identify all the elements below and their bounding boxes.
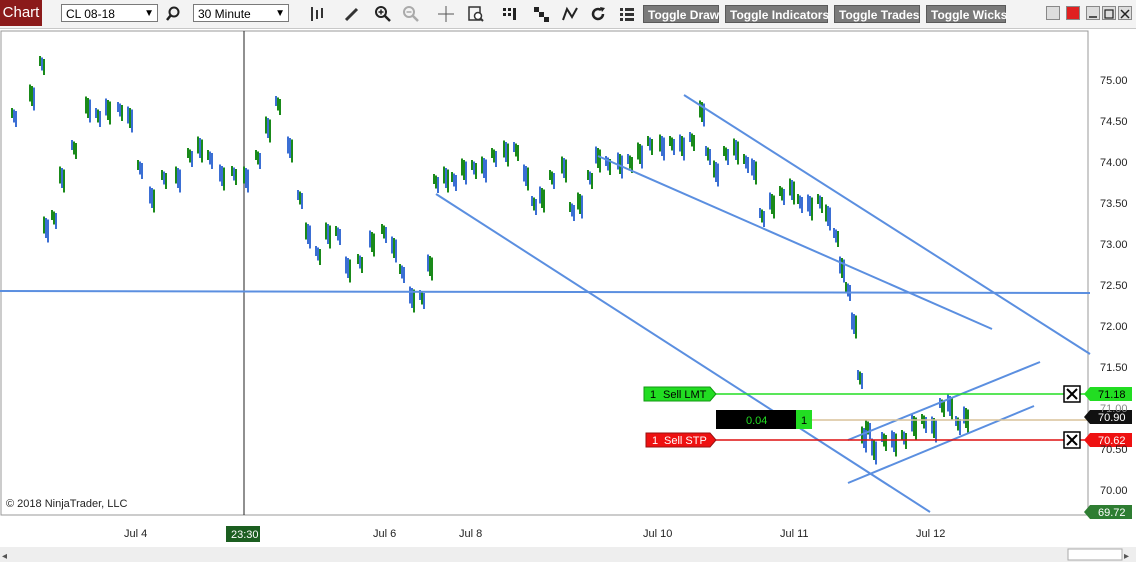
x-tick-label: Jul 12: [916, 528, 946, 540]
price-chart-panel[interactable]: 1 Sell LMT 1 Sell STP 0.04 1 71.18 70.90…: [0, 28, 1136, 562]
trendlines: [0, 94, 1091, 513]
chart-toolbar: Chart CL 08-18 ▼ 30 Minute ▼ Toggle Draw…: [0, 0, 1136, 29]
chevron-left-icon[interactable]: ◂: [2, 551, 7, 562]
close-icon[interactable]: [1063, 385, 1081, 403]
crosshair-icon[interactable]: [436, 4, 456, 24]
refresh-icon[interactable]: [588, 4, 608, 24]
x-tick-label: Jul 6: [373, 528, 397, 540]
horizontal-scrollbar[interactable]: [0, 547, 1136, 562]
properties-icon[interactable]: [500, 4, 520, 24]
sell-stop-qty: 1: [652, 435, 658, 447]
sell-limit-price-tag: 71.18: [1084, 387, 1132, 401]
price-chart-canvas[interactable]: 1 Sell LMT 1 Sell STP 0.04 1 71.18 70.90…: [0, 28, 1136, 562]
y-tick-label: 74.00: [1100, 157, 1128, 169]
chevron-down-icon: ▼: [144, 8, 154, 19]
chevron-right-icon[interactable]: ▸: [1124, 551, 1129, 562]
y-tick-label: 74.50: [1100, 116, 1128, 128]
toggle-trades-button[interactable]: Toggle Trades: [834, 5, 920, 23]
scrollbar-thumb[interactable]: [1067, 548, 1123, 561]
menu-icon[interactable]: [617, 4, 637, 24]
window-option-button[interactable]: [1046, 6, 1060, 20]
horizontal-support-line: [0, 290, 1091, 294]
maximize-button[interactable]: [1102, 6, 1116, 20]
y-tick-label: 71.00: [1100, 403, 1128, 415]
toggle-wicks-button[interactable]: Toggle Wicks: [926, 5, 1007, 23]
sell-limit-order-tag[interactable]: 1 Sell LMT: [643, 386, 717, 402]
x-tick-label: Jul 11: [780, 528, 809, 540]
y-tick-label: 70.50: [1100, 444, 1128, 456]
zoom-in-icon[interactable]: [373, 4, 393, 24]
chevron-down-icon: ▼: [275, 8, 285, 19]
interval-value: 30 Minute: [198, 7, 251, 21]
trendline-descending-3: [683, 94, 1091, 355]
minimize-button[interactable]: [1086, 6, 1100, 20]
data-box-icon[interactable]: [466, 4, 486, 24]
trendline-descending-1: [435, 193, 931, 513]
x-tick-label: Jul 8: [459, 528, 483, 540]
y-tick-label: 71.50: [1100, 362, 1128, 374]
strategy-icon[interactable]: [531, 4, 551, 24]
bar-type-icon[interactable]: [307, 4, 327, 24]
y-tick-label: 72.00: [1100, 321, 1128, 333]
price-bars: [11, 56, 969, 465]
y-tick-label: 73.00: [1100, 239, 1128, 251]
instrument-selector[interactable]: CL 08-18 ▼: [61, 4, 158, 22]
x-tick-label: Jul 10: [643, 528, 673, 540]
link-color-button[interactable]: [1066, 6, 1080, 20]
channel-upper-line: [847, 361, 1041, 441]
plot-border: [0, 30, 1089, 516]
last-price-tag: 69.72: [1084, 505, 1132, 519]
sell-stop-label: Sell STP: [664, 435, 707, 447]
last-price: 69.72: [1098, 507, 1126, 519]
copyright-text: © 2018 NinjaTrader, LLC: [6, 498, 128, 510]
position-pnl: 0.04: [746, 415, 767, 427]
toggle-draw-button[interactable]: Toggle Draw: [643, 5, 719, 23]
x-tick-label: Jul 4: [124, 528, 148, 540]
sell-limit-qty: 1: [650, 389, 656, 401]
close-icon[interactable]: [1063, 431, 1081, 449]
crosshair-time-tag: 23:30: [226, 526, 260, 542]
y-tick-label: 72.50: [1100, 280, 1128, 292]
search-icon[interactable]: [163, 4, 183, 24]
drawing-icon[interactable]: [560, 4, 580, 24]
interval-selector[interactable]: 30 Minute ▼: [193, 4, 289, 22]
close-icon[interactable]: [1118, 6, 1132, 20]
toggle-indicators-button[interactable]: Toggle Indicators: [725, 5, 829, 23]
zoom-out-icon[interactable]: [401, 4, 421, 24]
position-pnl-tag[interactable]: 0.04 1: [716, 410, 812, 429]
chart-window-tab[interactable]: Chart: [0, 0, 42, 26]
position-qty: 1: [801, 415, 807, 427]
pencil-icon[interactable]: [342, 4, 362, 24]
y-tick-label: 70.00: [1100, 485, 1128, 497]
instrument-value: CL 08-18: [66, 7, 115, 21]
sell-stop-order-tag[interactable]: 1 Sell STP: [645, 432, 717, 448]
crosshair-time: 23:30: [231, 529, 259, 541]
sell-limit-label: Sell LMT: [663, 389, 707, 401]
y-tick-label: 75.00: [1100, 75, 1128, 87]
sell-limit-price: 71.18: [1098, 389, 1126, 401]
y-tick-label: 73.50: [1100, 198, 1128, 210]
